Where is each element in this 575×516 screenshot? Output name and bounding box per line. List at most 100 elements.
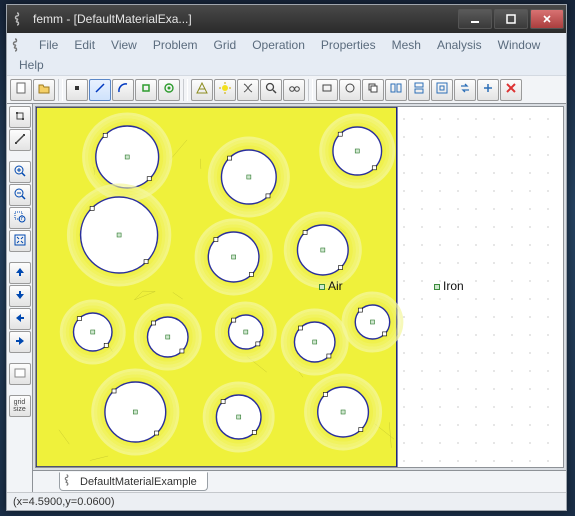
node-mode-button[interactable] <box>9 106 31 128</box>
analyze-button[interactable] <box>260 79 282 101</box>
menu-properties[interactable]: Properties <box>313 35 384 55</box>
arc-icon <box>116 81 130 98</box>
document-pane: Air Iron DefaultMaterialExample <box>33 104 566 492</box>
tangle-icon <box>241 81 255 98</box>
segment-icon <box>13 132 27 149</box>
open-file-button[interactable] <box>33 79 55 101</box>
application-window: femm - [DefaultMaterialExa...] File Edit… <box>6 4 567 511</box>
gridsize-icon: grid size <box>13 399 25 413</box>
app-icon <box>13 11 29 27</box>
menu-mesh[interactable]: Mesh <box>384 35 429 55</box>
zoom-out-button[interactable] <box>9 184 31 206</box>
pan-left-button[interactable] <box>9 308 31 330</box>
canvas[interactable]: Air Iron <box>35 106 564 468</box>
file-icon <box>14 81 28 98</box>
swap-button[interactable] <box>454 79 476 101</box>
mesh-refine-button[interactable] <box>214 79 236 101</box>
menu-help[interactable]: Help <box>11 55 51 75</box>
node-icon <box>13 109 27 126</box>
toolbar-mesh <box>191 79 305 101</box>
menu-operation[interactable]: Operation <box>244 35 313 55</box>
zoom-extents-button[interactable] <box>9 230 31 252</box>
blank-display-button[interactable] <box>9 363 31 385</box>
circle-green-icon <box>162 81 176 98</box>
menu-window[interactable]: Window <box>490 35 549 55</box>
arc-tool-button[interactable] <box>112 79 134 101</box>
grid-dots <box>392 107 563 467</box>
zoom-in-icon <box>13 164 27 181</box>
view-results-button[interactable] <box>283 79 305 101</box>
folder-open-icon <box>37 81 51 98</box>
pan-up-button[interactable] <box>9 262 31 284</box>
copy-icon <box>366 81 380 98</box>
arrow-left-icon <box>13 311 27 328</box>
vertical-toolbar: grid size <box>7 104 33 492</box>
menu-edit[interactable]: Edit <box>66 35 103 55</box>
line-icon <box>93 81 107 98</box>
copy-button[interactable] <box>362 79 384 101</box>
maximize-button[interactable] <box>494 9 528 29</box>
segment-mode-button[interactable] <box>9 129 31 151</box>
block-marker-icon <box>434 284 440 290</box>
toolbar-draw <box>66 79 180 101</box>
scale-button[interactable] <box>477 79 499 101</box>
zoom-in-button[interactable] <box>9 161 31 183</box>
new-file-button[interactable] <box>10 79 32 101</box>
zoom-window-button[interactable] <box>9 207 31 229</box>
group-tool-button[interactable] <box>158 79 180 101</box>
zoom-area-icon <box>13 210 27 227</box>
label-air: Air <box>319 279 343 293</box>
zoom-fit-icon <box>13 233 27 250</box>
close-button[interactable] <box>530 9 564 29</box>
red-x-icon <box>504 81 518 98</box>
shrink-button[interactable] <box>431 79 453 101</box>
delete-button[interactable] <box>500 79 522 101</box>
flip-h-icon <box>389 81 403 98</box>
toolbar-file <box>10 79 55 101</box>
menu-view[interactable]: View <box>103 35 145 55</box>
square-green-icon <box>139 81 153 98</box>
cursor-coordinates: (x=4.5900,y=0.0600) <box>13 496 115 508</box>
zoom-out-icon <box>13 187 27 204</box>
glasses-icon <box>287 81 301 98</box>
block-label-tool-button[interactable] <box>135 79 157 101</box>
menu-file[interactable]: File <box>31 35 66 55</box>
label-iron: Iron <box>434 279 464 293</box>
rect-select-button[interactable] <box>316 79 338 101</box>
sun-icon <box>218 81 232 98</box>
mesh-generate-button[interactable] <box>191 79 213 101</box>
rect-icon <box>320 81 334 98</box>
minimize-button[interactable] <box>458 9 492 29</box>
menu-analysis[interactable]: Analysis <box>429 35 490 55</box>
menu-problem[interactable]: Problem <box>145 35 206 55</box>
titlebar: femm - [DefaultMaterialExa...] <box>7 5 566 33</box>
swap-icon <box>458 81 472 98</box>
magnify-icon <box>264 81 278 98</box>
point-tool-button[interactable] <box>66 79 88 101</box>
doc-icon <box>11 37 27 53</box>
scale-icon <box>481 81 495 98</box>
block-marker-icon <box>319 284 325 290</box>
blank-icon <box>13 366 27 383</box>
toolbar-row <box>7 76 566 104</box>
statusbar: (x=4.5900,y=0.0600) <box>7 492 566 510</box>
flip-h-button[interactable] <box>385 79 407 101</box>
doc-icon-small <box>64 474 76 489</box>
document-tab-label: DefaultMaterialExample <box>80 476 197 488</box>
pan-down-button[interactable] <box>9 285 31 307</box>
document-tabstrip: DefaultMaterialExample <box>33 470 566 492</box>
window-controls <box>456 9 564 29</box>
flip-v-icon <box>412 81 426 98</box>
document-tab[interactable]: DefaultMaterialExample <box>59 472 208 491</box>
flip-v-button[interactable] <box>408 79 430 101</box>
menu-grid[interactable]: Grid <box>206 35 245 55</box>
dot-icon <box>70 81 84 98</box>
mesh-delete-button[interactable] <box>237 79 259 101</box>
shrink-icon <box>435 81 449 98</box>
line-tool-button[interactable] <box>89 79 111 101</box>
circle-icon <box>343 81 357 98</box>
window-title: femm - [DefaultMaterialExa...] <box>33 12 456 26</box>
circle-select-button[interactable] <box>339 79 361 101</box>
pan-right-button[interactable] <box>9 331 31 353</box>
grid-size-button[interactable]: grid size <box>9 395 31 417</box>
